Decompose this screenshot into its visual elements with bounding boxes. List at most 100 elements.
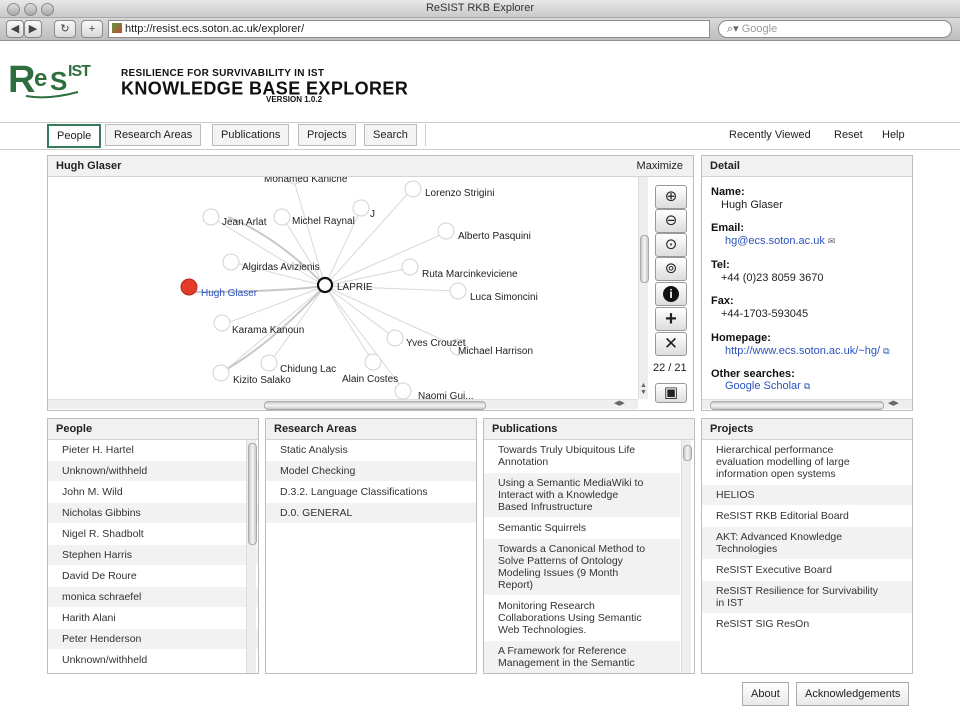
person-list-item[interactable]: Harith Alani <box>48 608 258 629</box>
research-area-item[interactable]: D.3.2. Language Classifications <box>266 482 476 503</box>
maximize-link[interactable]: Maximize <box>637 156 683 176</box>
external-link-icon[interactable]: ⧉ <box>883 346 889 356</box>
graph-vertical-scrollbar[interactable]: ▲ ▼ <box>638 177 649 399</box>
forward-button[interactable]: ▶ <box>24 20 42 38</box>
scroll-thumb[interactable] <box>683 445 692 461</box>
publication-item-line: A Framework for Reference <box>498 645 627 657</box>
zoom-reset-button[interactable]: ⊚ <box>655 257 687 281</box>
project-item[interactable]: ReSIST Executive Board <box>702 560 912 581</box>
project-item[interactable]: HELIOS <box>702 485 912 506</box>
project-item[interactable]: ReSIST Resilience for Survivability in IS… <box>702 581 912 614</box>
homepage-link[interactable]: http://www.ecs.soton.ac.uk/~hg/ <box>725 345 880 357</box>
node-label-selected[interactable]: Hugh Glaser <box>201 288 258 299</box>
node-label[interactable]: Lorenzo Strigini <box>425 188 494 199</box>
publication-item[interactable]: Towards Truly Ubiquitous Life Annotation <box>484 440 680 473</box>
node-label[interactable]: Luca Simoncini <box>470 292 538 303</box>
node-label[interactable]: Naomi Gui... <box>418 391 474 399</box>
address-bar[interactable]: http://resist.ecs.soton.ac.uk/explorer/ <box>108 20 710 38</box>
back-button[interactable]: ◀ <box>6 20 24 38</box>
node-label[interactable]: Michel Raynal <box>292 216 355 227</box>
external-link-icon[interactable]: ⧉ <box>804 381 810 391</box>
close-window-button[interactable] <box>7 3 20 16</box>
node-label[interactable]: Jean Arlat <box>222 217 267 228</box>
center-node[interactable] <box>316 276 334 294</box>
svg-text:IST: IST <box>68 63 91 80</box>
help-link[interactable]: Help <box>882 129 905 141</box>
publication-item[interactable]: Semantic Squirrels <box>484 518 680 539</box>
research-areas-list: Static Analysis Model Checking D.3.2. Lang… <box>266 440 476 524</box>
node-label[interactable]: Yves Crouzet <box>406 338 466 349</box>
node-label[interactable]: Ruta Marcinkeviciene <box>422 269 518 280</box>
project-item[interactable]: AKT: Advanced Knowledge Technologies <box>702 527 912 560</box>
remove-button[interactable]: ✕ <box>655 332 687 356</box>
zoom-out-button[interactable]: ⊖ <box>655 209 687 233</box>
relationship-graph[interactable]: Mohamed Kaniche Lorenzo Strigini Jean Ar… <box>48 177 638 399</box>
export-image-button[interactable]: ▣ <box>655 383 687 403</box>
person-list-item[interactable]: David De Roure <box>48 566 258 587</box>
center-node-label[interactable]: LAPRIE <box>337 282 373 293</box>
publication-item[interactable]: Monitoring Research Collaborations Using … <box>484 596 680 641</box>
node-label[interactable]: J <box>370 209 375 220</box>
scroll-arrows-icon[interactable]: ◀▶ <box>888 399 899 407</box>
project-item[interactable]: ReSIST SIG ResOn <box>702 614 912 635</box>
scroll-arrows-icon[interactable]: ◀▶ <box>614 399 625 407</box>
tab-research-areas[interactable]: Research Areas <box>105 124 202 146</box>
mail-icon[interactable]: ✉ <box>828 236 836 246</box>
scroll-thumb[interactable] <box>264 401 486 410</box>
person-list-item[interactable]: Nicholas Gibbins <box>48 503 258 524</box>
browser-search-field[interactable]: ⌕▾ Google <box>718 20 952 38</box>
person-list-item[interactable]: Peter Henderson <box>48 629 258 650</box>
email-link[interactable]: hg@ecs.soton.ac.uk <box>725 235 825 247</box>
person-list-item[interactable]: Pieter H. Hartel <box>48 440 258 461</box>
minimize-window-button[interactable] <box>24 3 37 16</box>
research-area-item[interactable]: Model Checking <box>266 461 476 482</box>
scroll-thumb[interactable] <box>710 401 884 410</box>
person-list-item[interactable]: monica schraefel <box>48 587 258 608</box>
project-item[interactable]: Hierarchical performance evaluation model… <box>702 440 912 485</box>
node-label[interactable]: Karama Kanoun <box>232 325 304 336</box>
publication-item[interactable]: Using a Semantic MediaWiki to Interact wi… <box>484 473 680 518</box>
node-label[interactable]: Chidung Lac <box>280 364 336 375</box>
node-label[interactable]: Michael Harrison <box>458 346 533 357</box>
zoom-window-button[interactable] <box>41 3 54 16</box>
add-bookmark-button[interactable]: + <box>81 20 103 38</box>
project-item[interactable]: ReSIST RKB Editorial Board <box>702 506 912 527</box>
reset-link[interactable]: Reset <box>834 129 863 141</box>
person-list-item[interactable]: John M. Wild <box>48 482 258 503</box>
person-list-item[interactable]: Unknown/withheld <box>48 461 258 482</box>
reload-button[interactable]: ↻ <box>54 20 76 38</box>
graph-horizontal-scrollbar[interactable]: ◀▶ <box>48 399 638 410</box>
publications-scrollbar[interactable] <box>681 440 692 673</box>
detail-horizontal-scrollbar[interactable]: ◀▶ <box>702 399 912 410</box>
research-area-item[interactable]: D.0. GENERAL <box>266 503 476 524</box>
tab-people[interactable]: People <box>47 124 102 148</box>
zoom-in-button[interactable]: ⊕ <box>655 185 687 209</box>
tab-projects[interactable]: Projects <box>298 124 356 146</box>
scroll-thumb[interactable] <box>640 235 649 283</box>
node-label[interactable]: Kizito Salako <box>233 375 291 386</box>
scroll-arrows-icon[interactable]: ▲ ▼ <box>640 382 647 396</box>
zoom-fit-button[interactable]: ⊙ <box>655 233 687 257</box>
about-button[interactable]: About <box>742 682 789 706</box>
acknowledgements-button[interactable]: Acknowledgements <box>796 682 910 706</box>
people-scrollbar[interactable] <box>246 440 257 673</box>
expand-button[interactable]: + <box>655 307 687 331</box>
tab-publications[interactable]: Publications <box>212 124 290 146</box>
google-scholar-link[interactable]: Google Scholar <box>725 380 801 392</box>
info-button[interactable]: i <box>655 282 687 306</box>
node-label[interactable]: Algirdas Avizienis <box>242 262 320 273</box>
person-list-item[interactable]: Nigel R. Shadbolt <box>48 524 258 545</box>
window-title: ReSIST RKB Explorer <box>425 2 534 14</box>
node-label[interactable]: Alain Costes <box>342 374 398 385</box>
person-list-item[interactable]: Stephen Harris <box>48 545 258 566</box>
scroll-thumb[interactable] <box>248 443 257 545</box>
publication-item[interactable]: A Framework for Reference Management in t… <box>484 641 680 673</box>
node-label[interactable]: Mohamed Kaniche <box>264 177 348 185</box>
node-label[interactable]: Alberto Pasquini <box>458 231 531 242</box>
research-area-item[interactable]: Static Analysis <box>266 440 476 461</box>
selected-node[interactable] <box>180 278 198 296</box>
tab-search[interactable]: Search <box>364 124 417 146</box>
recently-viewed-link[interactable]: Recently Viewed <box>729 129 811 141</box>
person-list-item[interactable]: Unknown/withheld <box>48 650 258 671</box>
publication-item[interactable]: Towards a Canonical Method to Solve Patte… <box>484 539 680 596</box>
